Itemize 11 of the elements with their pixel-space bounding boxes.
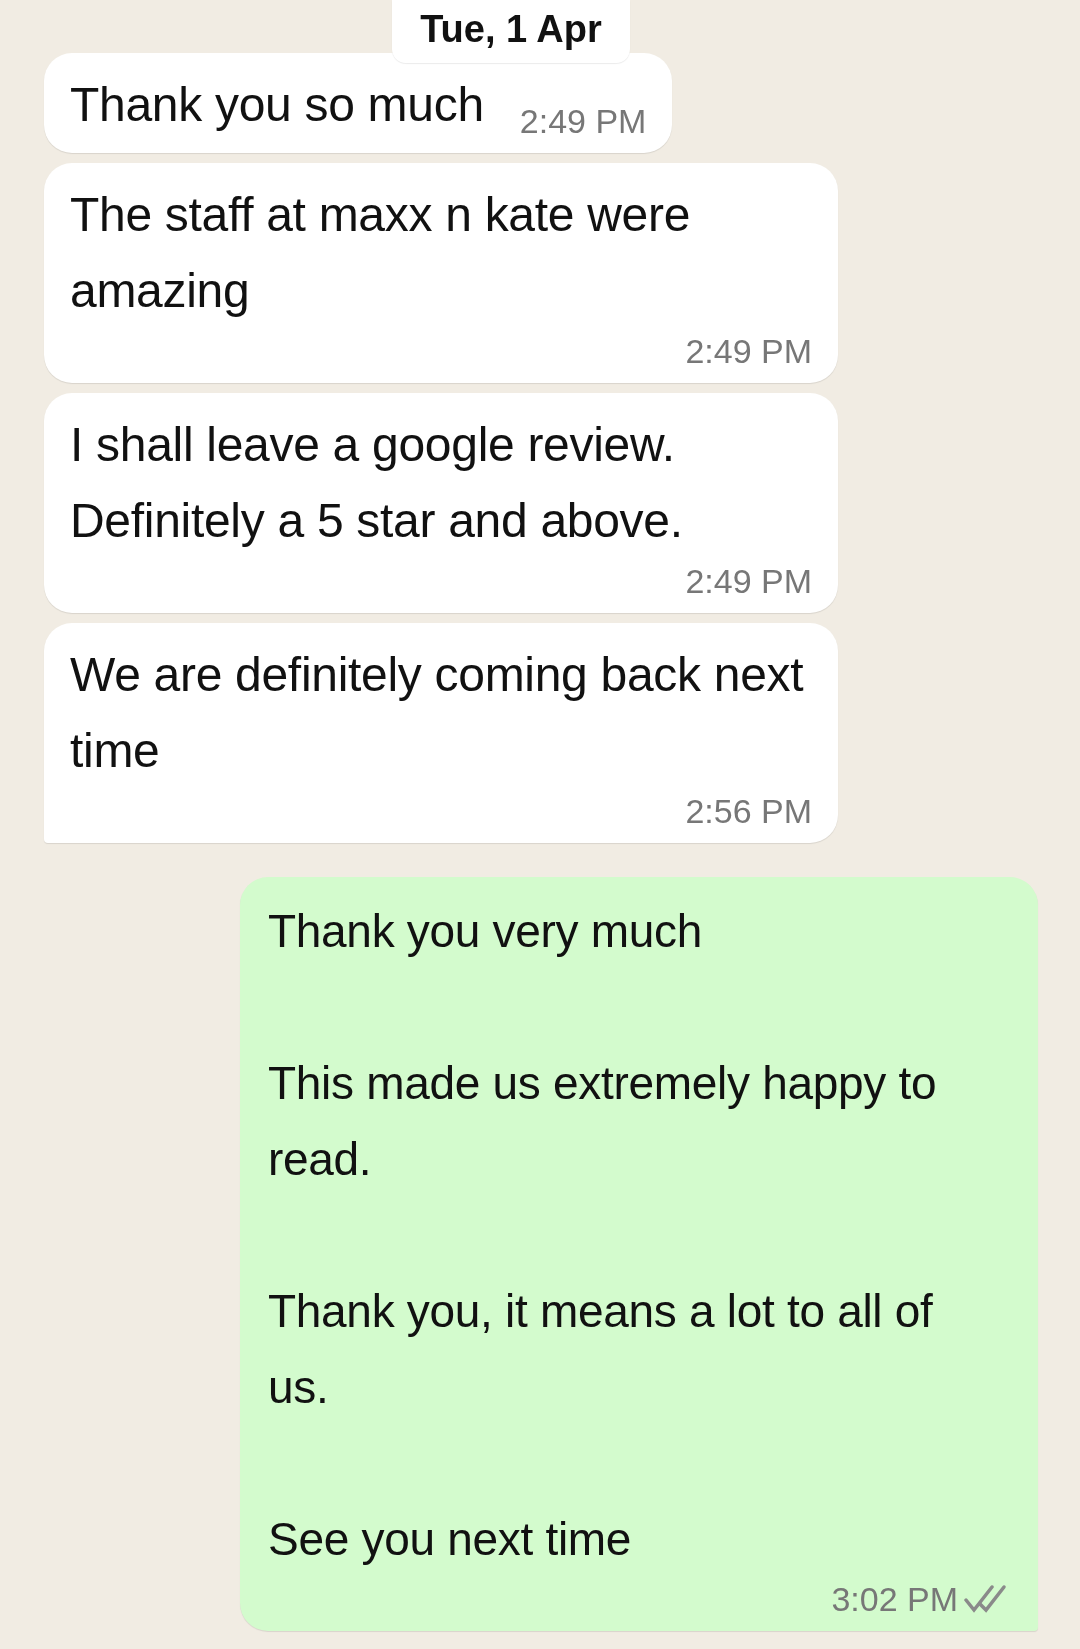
message-time: 2:49 PM xyxy=(685,331,812,372)
date-chip: Tue, 1 Apr xyxy=(392,0,630,63)
message-text: We are definitely coming back next time xyxy=(70,647,805,779)
message-time: 2:49 PM xyxy=(685,561,812,602)
message-text: Thank you so much xyxy=(70,77,484,133)
message-time: 3:02 PM xyxy=(831,1579,958,1620)
message-text: I shall leave a google review. Definitely a 5 star and above. xyxy=(70,417,684,549)
message-time: 2:56 PM xyxy=(685,791,812,832)
message-text: Thank you very much This made us extremely happy to read. Thank you, it means a lot to all of us. See you next time xyxy=(268,904,938,1567)
message-time: 2:49 PM xyxy=(519,101,647,142)
message-text: The staff at maxx n kate were amazing xyxy=(70,187,692,319)
